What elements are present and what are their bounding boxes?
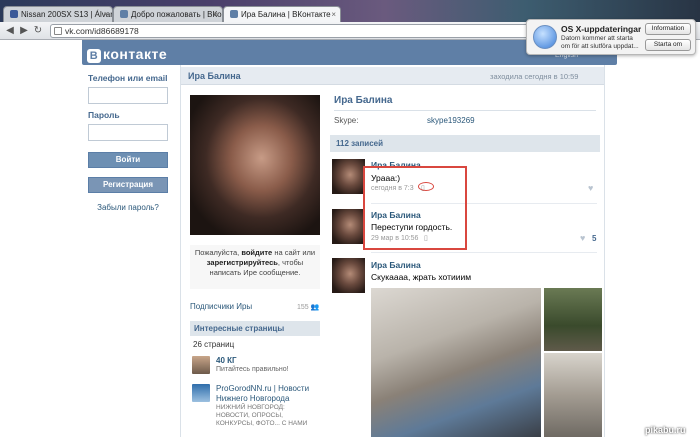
page-subtitle: Питайтесь правильно! bbox=[216, 366, 289, 373]
skype-label: Skype: bbox=[334, 116, 359, 125]
register-button[interactable]: Регистрация bbox=[88, 177, 168, 193]
wall-count[interactable]: 112 записей bbox=[336, 139, 383, 148]
close-icon[interactable]: × bbox=[331, 10, 336, 19]
divider bbox=[334, 110, 596, 111]
site-favicon-icon bbox=[10, 10, 18, 18]
people-icon: 👥 bbox=[310, 304, 320, 311]
os-update-notification: OS X-uppdateringar... Datorn kommer att … bbox=[526, 19, 696, 55]
page-icon bbox=[54, 27, 62, 35]
notification-text: Datorn kommer att starta om för att slut… bbox=[561, 35, 639, 50]
reload-icon[interactable]: ↻ bbox=[32, 25, 44, 37]
watermark: pikabu.ru bbox=[645, 425, 686, 435]
post-photo[interactable] bbox=[371, 288, 541, 437]
profile-avatar[interactable] bbox=[190, 95, 320, 235]
forward-arrow-icon[interactable]: ▶ bbox=[18, 25, 30, 37]
subscribers-link[interactable]: Подписчики Иры bbox=[190, 302, 252, 311]
divider bbox=[371, 252, 597, 253]
restart-button[interactable]: Starta om bbox=[645, 39, 691, 51]
phone-label: Телефон или email bbox=[88, 73, 168, 83]
software-update-icon bbox=[533, 25, 557, 49]
profile-name-header: Ира Балина bbox=[188, 71, 241, 81]
login-prompt: Пожалуйста, войдите на сайт или зарегист… bbox=[190, 245, 320, 289]
skype-value[interactable]: skype193269 bbox=[427, 116, 475, 125]
notification-title: OS X-uppdateringar... bbox=[561, 24, 641, 34]
page-thumbnail[interactable] bbox=[192, 356, 210, 374]
post-avatar[interactable] bbox=[332, 258, 365, 293]
post-photo[interactable] bbox=[544, 353, 602, 437]
vk-logo[interactable]: Вконтакте bbox=[87, 46, 167, 63]
browser-tab-3[interactable]: Ира Балина | ВКонтакте × bbox=[223, 6, 341, 22]
password-input[interactable] bbox=[88, 124, 168, 141]
page-thumbnail[interactable] bbox=[192, 384, 210, 402]
phone-input[interactable] bbox=[88, 87, 168, 104]
vk-favicon-icon bbox=[120, 10, 128, 18]
interesting-pages-count: 26 страниц bbox=[193, 340, 235, 349]
register-link[interactable]: зарегистрируйтесь bbox=[207, 258, 278, 267]
page-subtitle: НИЖНИЙ НОВГОРОД: НОВОСТИ, ОПРОСЫ, КОНКУР… bbox=[216, 404, 308, 427]
vk-favicon-icon bbox=[230, 10, 238, 18]
page-link[interactable]: 40 КГ bbox=[216, 356, 237, 365]
information-button[interactable]: Information bbox=[645, 23, 691, 35]
login-button[interactable]: Войти bbox=[88, 152, 168, 168]
like-count: 5 bbox=[592, 234, 597, 243]
browser-tab-1[interactable]: Nissan 200SX S13 | Álvar × bbox=[3, 6, 113, 22]
page-link[interactable]: ProGorodNN.ru | Новости Нижнего Новгород… bbox=[216, 384, 316, 404]
login-link[interactable]: войдите bbox=[241, 248, 272, 257]
post-author[interactable]: Ира Балина bbox=[371, 260, 421, 270]
profile-name: Ира Балина bbox=[334, 95, 393, 106]
post-text: Скукаааа, жрать хотииим bbox=[371, 272, 472, 282]
back-arrow-icon[interactable]: ◀ bbox=[4, 25, 16, 37]
highlight-circle bbox=[418, 182, 434, 191]
subscribers-count: 155 👥 bbox=[297, 304, 320, 311]
post-avatar[interactable] bbox=[332, 159, 365, 194]
interesting-pages-title[interactable]: Интересные страницы bbox=[194, 324, 284, 333]
heart-icon[interactable]: ♥ bbox=[580, 233, 585, 243]
forgot-password-link[interactable]: Забыли пароль? bbox=[88, 203, 168, 212]
post-photo[interactable] bbox=[544, 288, 602, 351]
last-seen-status: заходила сегодня в 10:59 bbox=[490, 72, 579, 81]
close-icon[interactable]: × bbox=[103, 10, 108, 19]
post-avatar[interactable] bbox=[332, 209, 365, 244]
heart-icon[interactable]: ♥ bbox=[588, 183, 593, 193]
close-icon[interactable]: × bbox=[213, 10, 218, 19]
password-label: Пароль bbox=[88, 110, 120, 120]
highlight-box bbox=[363, 166, 467, 250]
browser-tab-2[interactable]: Добро пожаловать | ВКо × bbox=[113, 6, 223, 22]
